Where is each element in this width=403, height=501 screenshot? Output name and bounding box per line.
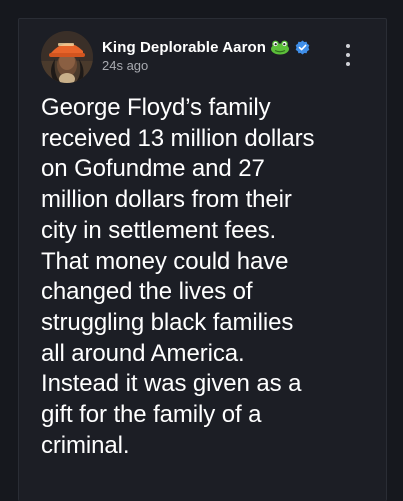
post-body-text: George Floyd’s family received 13 millio… — [41, 94, 315, 459]
menu-dot — [346, 53, 350, 57]
avatar-image — [41, 31, 93, 83]
author-row: King Deplorable Aaron — [102, 37, 310, 57]
avatar[interactable] — [41, 31, 93, 83]
menu-dot — [346, 44, 350, 48]
more-vertical-icon[interactable] — [341, 44, 355, 66]
frog-emoji-icon — [270, 39, 290, 55]
post-card: King Deplorable Aaron 24s ago George Flo… — [18, 18, 387, 501]
verified-check-icon — [295, 40, 310, 55]
menu-dot — [346, 62, 350, 66]
author-name[interactable]: King Deplorable Aaron — [102, 39, 266, 56]
post-timestamp: 24s ago — [102, 58, 149, 73]
